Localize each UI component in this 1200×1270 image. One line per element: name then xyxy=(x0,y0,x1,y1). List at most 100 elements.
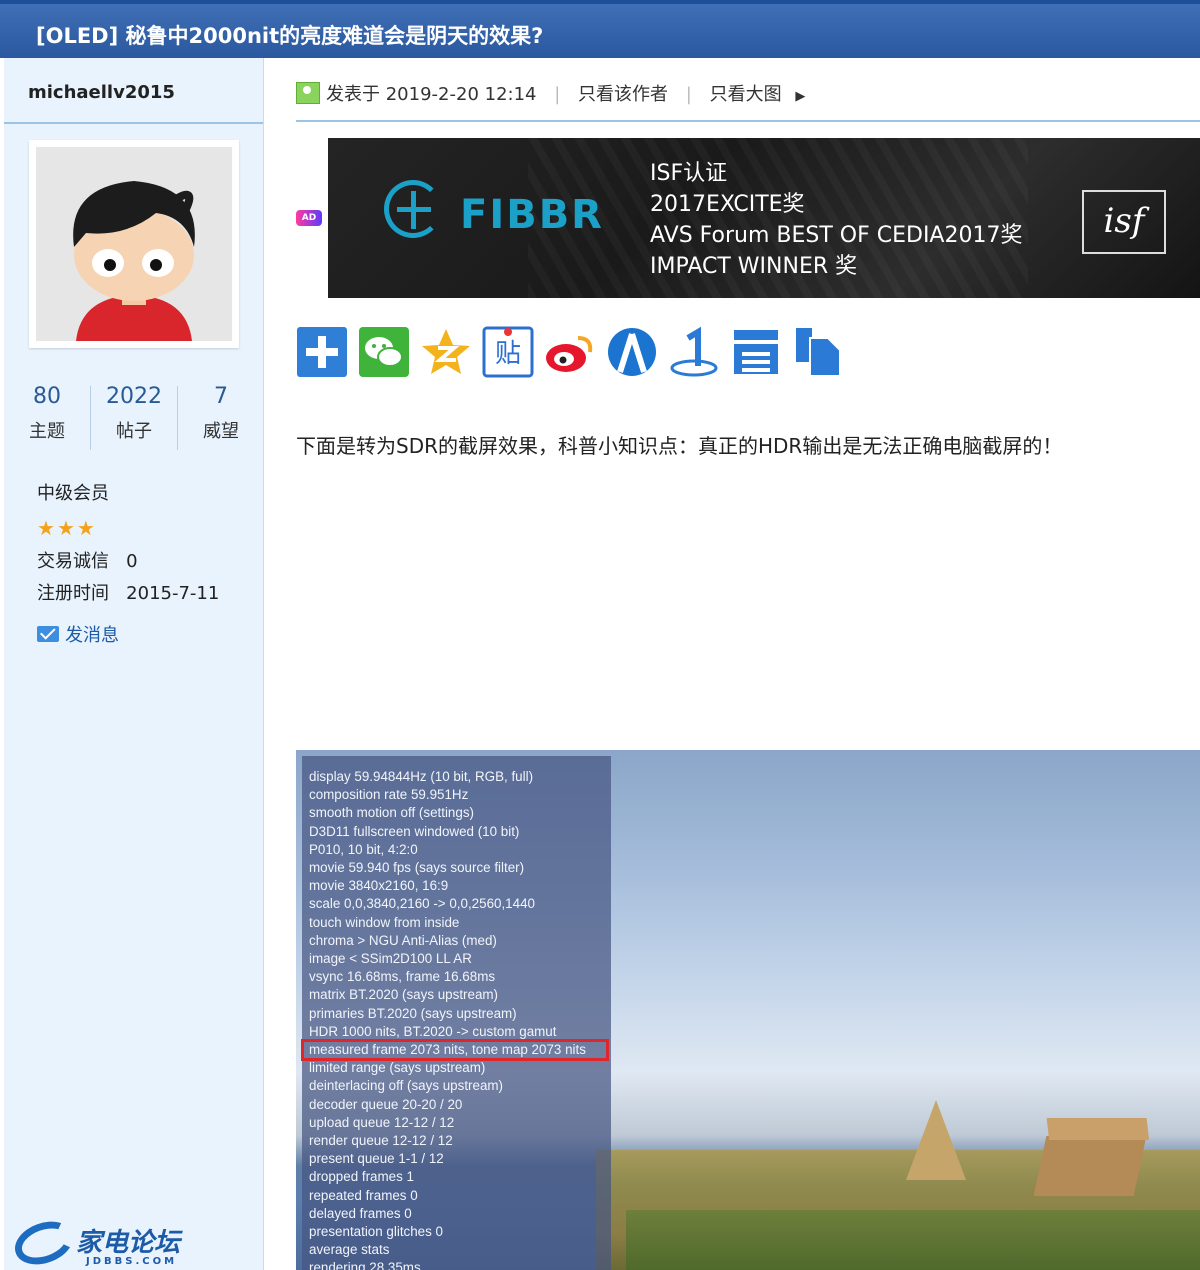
osd-line: composition rate 59.951Hz xyxy=(309,787,469,803)
osd-line: matrix BT.2020 (says upstream) xyxy=(309,987,499,1003)
reed-hut xyxy=(1033,1136,1147,1196)
plus-icon[interactable] xyxy=(296,326,348,378)
envelope-icon xyxy=(37,626,59,642)
osd-line: limited range (says upstream) xyxy=(309,1060,486,1076)
osd-line: movie 59.940 fps (says source filter) xyxy=(309,860,525,876)
ad-line: AVS Forum BEST OF CEDIA2017奖 xyxy=(650,223,1023,248)
osd-line: present queue 1-1 / 12 xyxy=(309,1151,444,1167)
osd-line: HDR 1000 nits, BT.2020 -> custom gamut xyxy=(309,1023,557,1039)
post-meta-bar: 发表于 2019-2-20 12:14 | 只看该作者 | 只看大图 ▶ xyxy=(296,80,1200,122)
stat-posts[interactable]: 2022 帖子 xyxy=(91,384,177,452)
avatar[interactable] xyxy=(36,147,232,341)
avatar-frame[interactable] xyxy=(29,140,239,348)
osd-line: average stats xyxy=(309,1242,390,1258)
posted-time: 2019-2-20 12:14 xyxy=(385,84,537,105)
fibbr-logo-icon xyxy=(384,180,442,238)
osd-line: image < SSim2D100 LL AR xyxy=(309,951,472,967)
madvr-osd-overlay: display 59.94844Hz (10 bit, RGB, full) co… xyxy=(301,756,611,1270)
ad-line: IMPACT WINNER 奖 xyxy=(650,254,858,279)
online-status-icon xyxy=(296,82,320,104)
stat-prestige-value: 7 xyxy=(214,384,228,409)
thread-title: [OLED] 秘鲁中2000nit的亮度难道会是阴天的效果? xyxy=(36,24,544,48)
osd-line: rendering 28.35ms xyxy=(309,1260,421,1270)
posted-prefix: 发表于 xyxy=(326,84,380,105)
osd-line: upload queue 12-12 / 12 xyxy=(309,1114,455,1130)
stat-prestige-label: 威望 xyxy=(203,421,239,442)
osd-line: primaries BT.2020 (says upstream) xyxy=(309,1005,517,1021)
only-author-link[interactable]: 只看该作者 xyxy=(578,84,668,105)
site-logo-domain: JDBBS.COM xyxy=(86,1256,178,1267)
ad-banner[interactable]: FIBBR ISF认证 2017EXCITE奖 AVS Forum BEST O… xyxy=(328,138,1200,298)
star-icon: ★ xyxy=(76,516,95,540)
avatar-illustration-icon xyxy=(36,147,232,341)
kaixin-icon[interactable] xyxy=(668,326,720,378)
renren-icon[interactable] xyxy=(606,326,658,378)
osd-line: dropped frames 1 xyxy=(309,1169,414,1185)
site-logo-name: 家电论坛 xyxy=(76,1228,181,1258)
stat-topics-value: 80 xyxy=(33,384,61,409)
star-icon: ★ xyxy=(56,516,75,540)
osd-line: chroma > NGU Anti-Alias (med) xyxy=(309,932,497,948)
osd-line: D3D11 fullscreen windowed (10 bit) xyxy=(309,823,520,839)
osd-line: presentation glitches 0 xyxy=(309,1224,443,1240)
site-logo-mark-icon xyxy=(8,1213,80,1270)
play-triangle-icon[interactable]: ▶ xyxy=(795,89,805,104)
osd-line: repeated frames 0 xyxy=(309,1187,418,1203)
register-time-label: 注册时间 xyxy=(37,583,109,604)
osd-line: vsync 16.68ms, frame 16.68ms xyxy=(309,969,496,985)
osd-line: movie 3840x2160, 16:9 xyxy=(309,878,449,894)
register-time-value: 2015-7-11 xyxy=(126,583,220,604)
osd-line: decoder queue 20-20 / 20 xyxy=(309,1096,463,1112)
post-screenshot-image[interactable]: display 59.94844Hz (10 bit, RGB, full) co… xyxy=(296,750,1200,1270)
osd-line: touch window from inside xyxy=(309,914,460,930)
svg-text:贴: 贴 xyxy=(495,339,521,369)
only-images-link[interactable]: 只看大图 xyxy=(710,84,782,105)
thread-title-bar: [OLED] 秘鲁中2000nit的亮度难道会是阴天的效果? xyxy=(0,0,1200,58)
stat-posts-label: 帖子 xyxy=(116,421,152,442)
send-message-link[interactable]: 发消息 xyxy=(37,620,219,652)
author-username[interactable]: michaellv2015 xyxy=(4,58,263,124)
member-level[interactable]: 中级会员 xyxy=(37,478,219,510)
osd-line: delayed frames 0 xyxy=(309,1205,412,1221)
isf-logo: isf xyxy=(1082,190,1166,254)
print-icon[interactable] xyxy=(730,326,782,378)
post-main: 发表于 2019-2-20 12:14 | 只看该作者 | 只看大图 ▶ AD … xyxy=(264,58,1200,1270)
ad-line: 2017EXCITE奖 xyxy=(650,192,805,217)
stat-topics-label: 主题 xyxy=(29,421,65,442)
osd-line-highlighted: measured frame 2073 nits, tone map 2073 … xyxy=(301,1039,609,1062)
stat-prestige[interactable]: 7 威望 xyxy=(178,384,264,452)
stat-topics[interactable]: 80 主题 xyxy=(4,384,90,452)
qzone-icon[interactable] xyxy=(420,326,472,378)
tieba-icon[interactable]: 贴 xyxy=(482,326,534,378)
trade-credit-row: 交易诚信 0 xyxy=(37,546,219,578)
osd-line: deinterlacing off (says upstream) xyxy=(309,1078,504,1094)
star-icon: ★ xyxy=(37,516,55,540)
trade-credit-label: 交易诚信 xyxy=(37,551,109,572)
osd-line: render queue 12-12 / 12 xyxy=(309,1133,453,1149)
post-body-text: 下面是转为SDR的截屏效果，科普小知识点：真正的HDR输出是无法正确电脑截屏的！ xyxy=(296,434,1063,458)
stat-posts-value: 2022 xyxy=(106,384,162,409)
author-stats: 80 主题 2022 帖子 7 威望 xyxy=(4,384,264,452)
osd-line: P010, 10 bit, 4:2:0 xyxy=(309,841,418,857)
osd-line: smooth motion off (settings) xyxy=(309,805,474,821)
ad-text: ISF认证 2017EXCITE奖 AVS Forum BEST OF CEDI… xyxy=(650,158,1022,282)
osd-line: scale 0,0,3840,2160 -> 0,0,2560,1440 xyxy=(309,896,535,912)
send-message-label: 发消息 xyxy=(65,625,119,646)
reed-hut-cone xyxy=(906,1100,966,1180)
wechat-icon[interactable] xyxy=(358,326,410,378)
weibo-icon[interactable] xyxy=(544,326,596,378)
site-logo[interactable]: 家电论坛 JDBBS.COM xyxy=(8,1213,190,1270)
separator: | xyxy=(554,84,561,105)
author-info: 中级会员 ★ ★ ★ 交易诚信 0 注册时间 2015-7-11 发消息 xyxy=(37,478,219,652)
ad-badge: AD xyxy=(296,210,322,226)
ad-brand: FIBBR xyxy=(460,192,604,238)
trade-credit-value[interactable]: 0 xyxy=(126,551,137,572)
separator: | xyxy=(685,84,692,105)
register-time-row: 注册时间 2015-7-11 xyxy=(37,578,219,610)
copy-icon[interactable] xyxy=(792,326,844,378)
author-sidebar: michaellv2015 80 主题 2022 帖子 7 威望 中级会员 ★ … xyxy=(4,58,264,1270)
member-stars: ★ ★ ★ xyxy=(37,510,219,546)
osd-line: display 59.94844Hz (10 bit, RGB, full) xyxy=(309,769,534,784)
ad-line: ISF认证 xyxy=(650,161,728,186)
reed-boat xyxy=(626,1210,1200,1270)
